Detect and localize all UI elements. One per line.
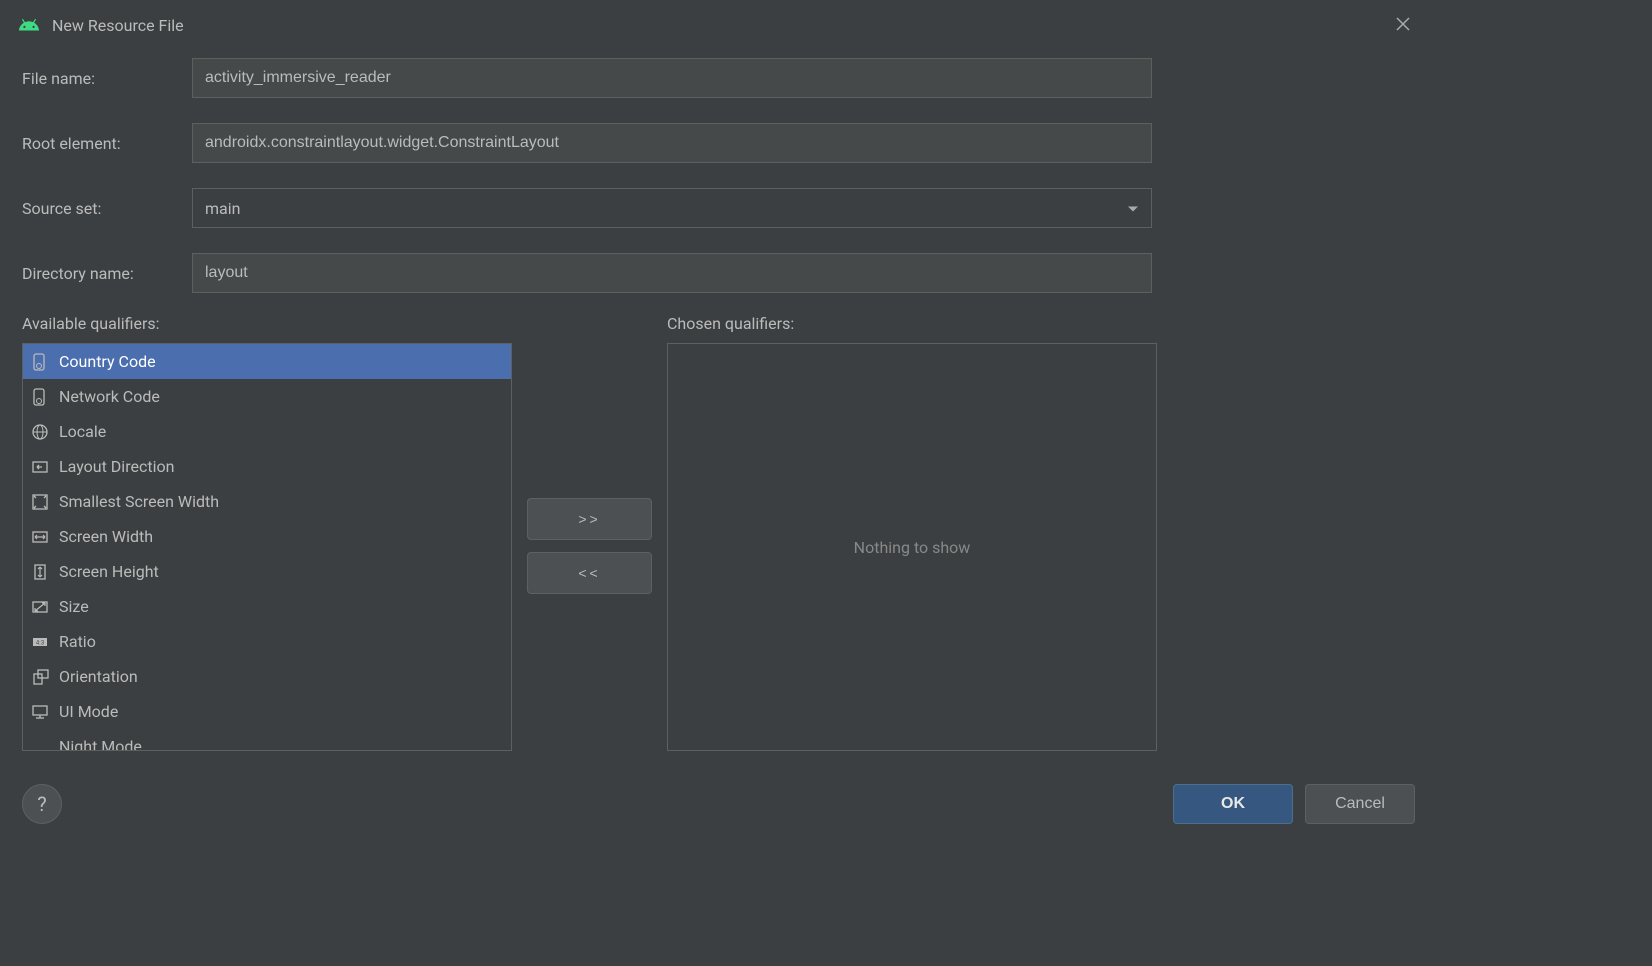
list-item[interactable]: Screen Width — [23, 519, 511, 554]
source-set-label: Source set: — [22, 199, 192, 218]
list-item[interactable]: UI Mode — [23, 694, 511, 729]
form-area: File name: Root element: Source set: mai… — [0, 50, 1437, 318]
list-item[interactable]: Size — [23, 589, 511, 624]
svg-text:4:3: 4:3 — [36, 640, 45, 646]
list-item-label: Layout Direction — [59, 457, 174, 476]
globe-icon — [29, 421, 51, 443]
list-item-label: Locale — [59, 422, 106, 441]
list-item-label: Screen Height — [59, 562, 159, 581]
list-item-label: Screen Width — [59, 527, 153, 546]
available-qualifiers-label: Available qualifiers: — [22, 314, 512, 333]
dialog-title: New Resource File — [52, 16, 184, 35]
ok-button[interactable]: OK — [1173, 784, 1293, 824]
list-item[interactable]: Layout Direction — [23, 449, 511, 484]
list-item[interactable]: 4:3 Ratio — [23, 624, 511, 659]
expand-4-icon — [29, 491, 51, 513]
list-item-label: Night Mode — [59, 737, 142, 751]
list-item[interactable]: Night Mode — [23, 729, 511, 751]
source-set-value: main — [205, 199, 240, 218]
list-item-label: Orientation — [59, 667, 138, 686]
close-icon[interactable] — [1387, 9, 1419, 41]
list-item-label: Size — [59, 597, 89, 616]
new-resource-dialog: New Resource File File name: Root elemen… — [0, 0, 1437, 840]
list-item[interactable]: Screen Height — [23, 554, 511, 589]
arrow-left-icon — [29, 456, 51, 478]
move-left-button[interactable]: << — [527, 552, 652, 594]
diag-icon — [29, 596, 51, 618]
titlebar: New Resource File — [0, 0, 1437, 50]
file-name-label: File name: — [22, 69, 192, 88]
list-item[interactable]: Orientation — [23, 659, 511, 694]
list-item[interactable]: Country Code — [23, 344, 511, 379]
ratio-icon: 4:3 — [29, 631, 51, 653]
arrow-v-icon — [29, 561, 51, 583]
moon-icon — [29, 736, 51, 752]
desk-icon — [29, 701, 51, 723]
available-qualifiers-list[interactable]: Country Code Network Code Locale Layout Dir… — [22, 343, 512, 751]
directory-name-input[interactable] — [192, 253, 1152, 293]
cancel-button[interactable]: Cancel — [1305, 784, 1415, 824]
root-element-input[interactable] — [192, 123, 1152, 163]
dialog-footer: ? OK Cancel — [0, 768, 1437, 840]
list-item-label: Smallest Screen Width — [59, 492, 219, 511]
list-item[interactable]: Locale — [23, 414, 511, 449]
file-name-input[interactable] — [192, 58, 1152, 98]
source-set-select[interactable]: main — [192, 188, 1152, 228]
list-item[interactable]: Network Code — [23, 379, 511, 414]
root-element-label: Root element: — [22, 134, 192, 153]
chosen-qualifiers-label: Chosen qualifiers: — [667, 314, 1157, 333]
sim-icon — [29, 386, 51, 408]
help-icon: ? — [37, 792, 46, 816]
chosen-qualifiers-list[interactable]: Nothing to show — [667, 343, 1157, 751]
help-button[interactable]: ? — [22, 784, 62, 824]
list-item-label: Ratio — [59, 632, 96, 651]
chevron-down-icon — [1127, 199, 1139, 218]
list-item[interactable]: Smallest Screen Width — [23, 484, 511, 519]
move-right-button[interactable]: >> — [527, 498, 652, 540]
list-item-label: Country Code — [59, 352, 156, 371]
orient-icon — [29, 666, 51, 688]
chosen-empty-text: Nothing to show — [854, 538, 971, 557]
directory-name-label: Directory name: — [22, 264, 192, 283]
arrow-h-icon — [29, 526, 51, 548]
list-item-label: UI Mode — [59, 702, 118, 721]
qualifiers-area: Available qualifiers: Country Code Networ… — [0, 314, 1437, 751]
list-item-label: Network Code — [59, 387, 160, 406]
android-icon — [18, 14, 40, 36]
sim-icon — [29, 351, 51, 373]
